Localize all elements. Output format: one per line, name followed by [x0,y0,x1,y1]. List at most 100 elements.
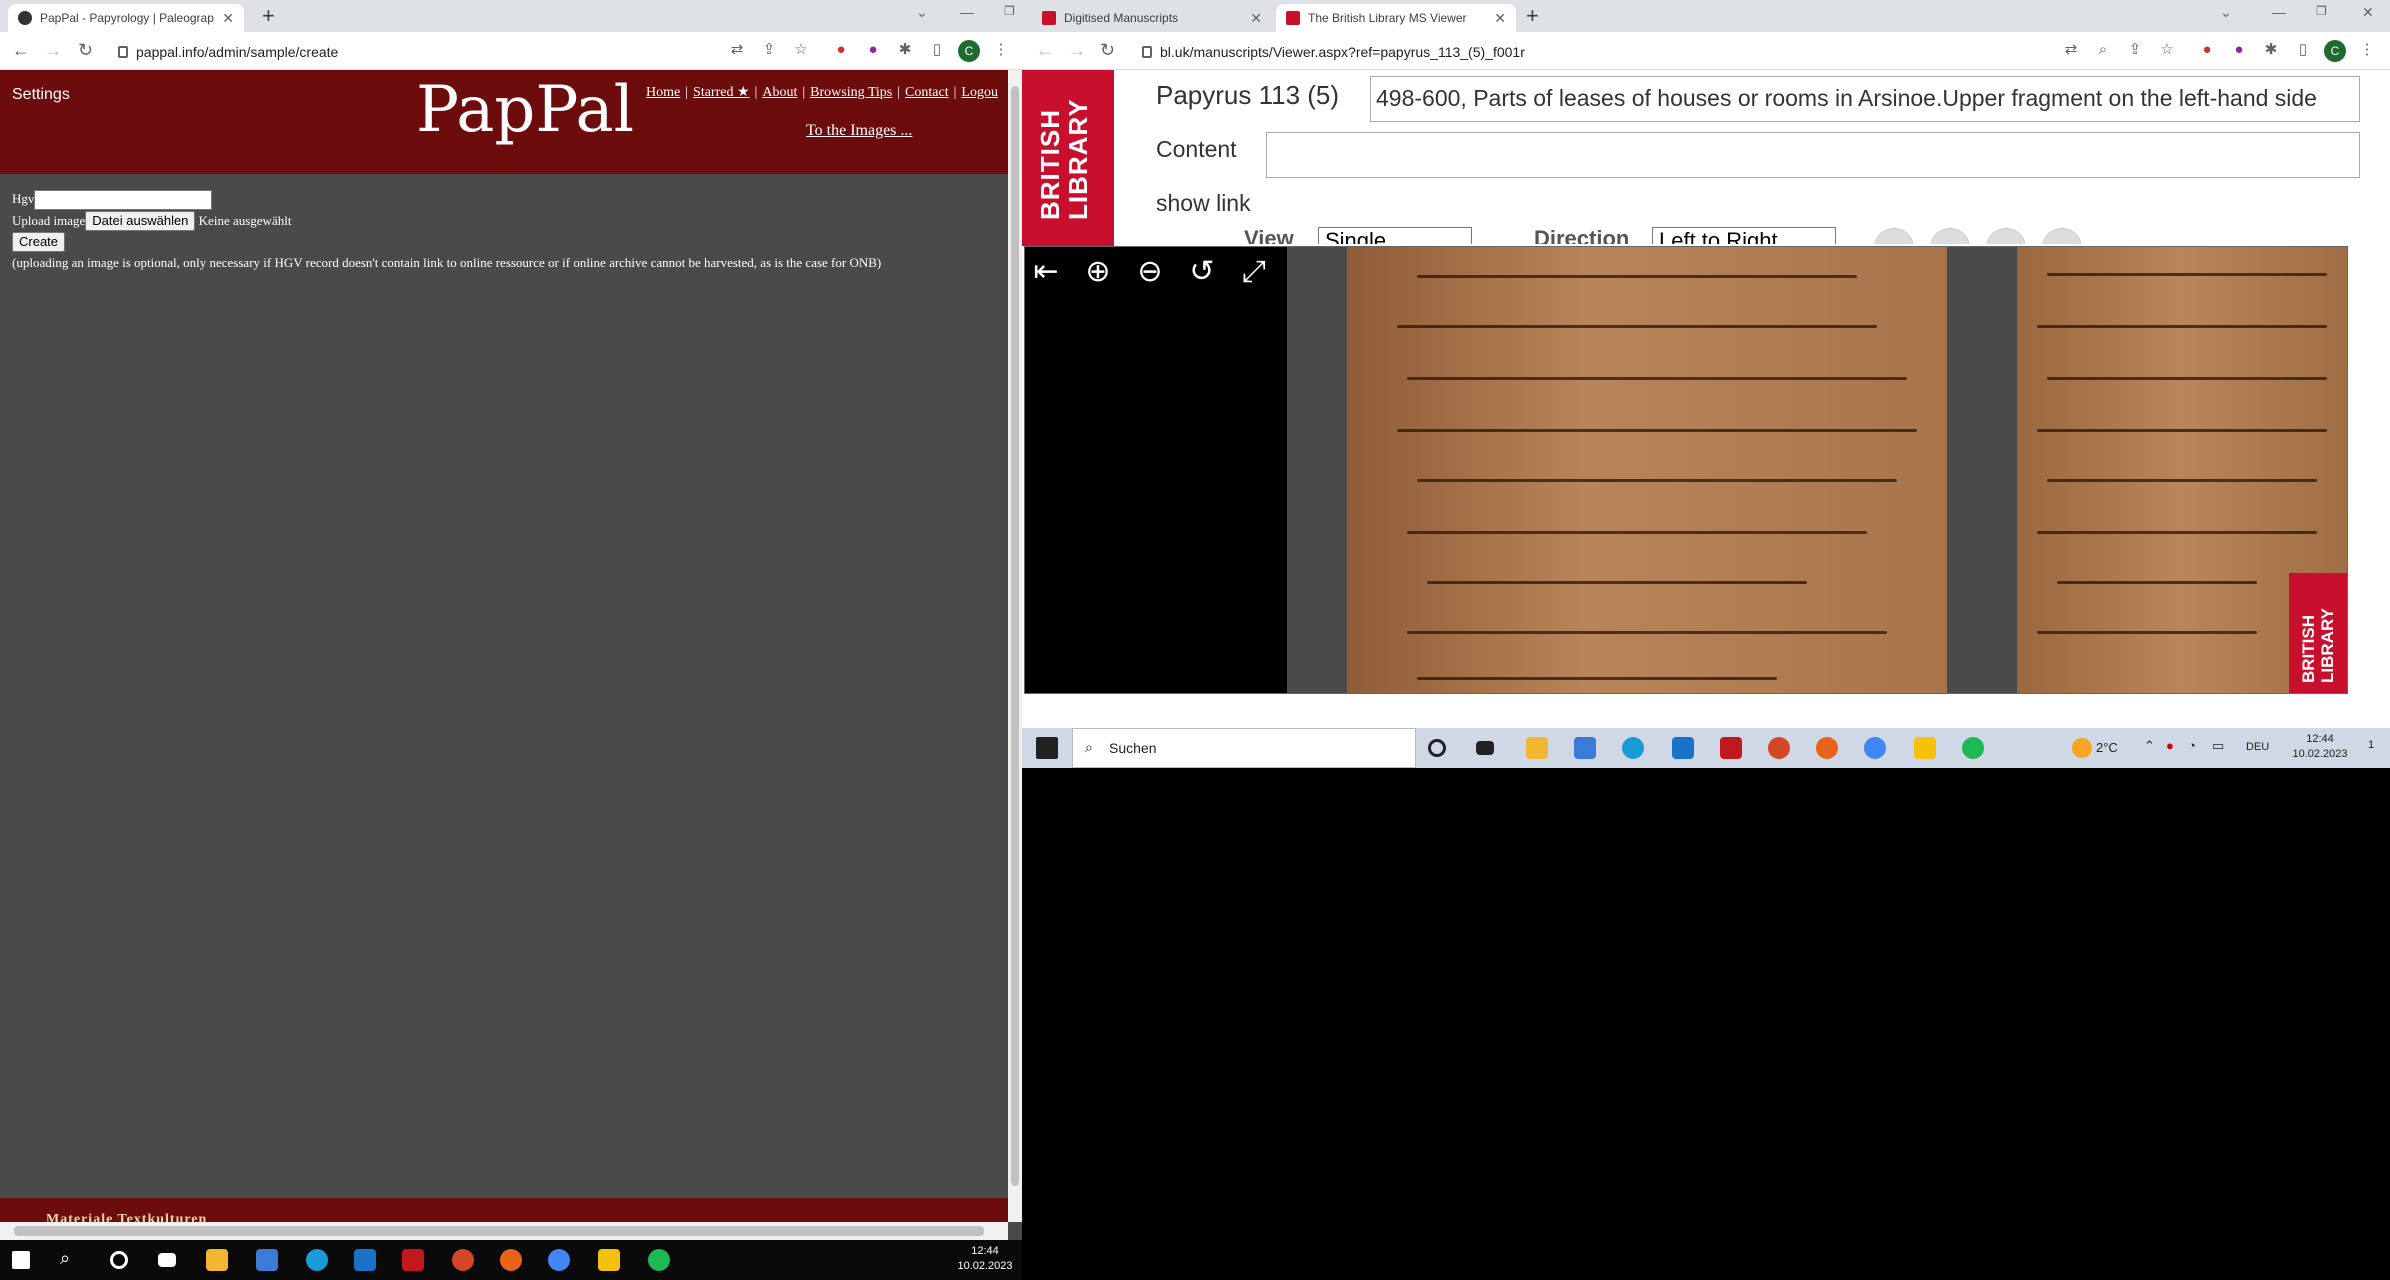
share-icon[interactable]: ⇪ [2126,41,2144,59]
notification-icon[interactable]: 1 [2368,739,2374,751]
view-select[interactable]: Single [1318,227,1472,244]
nav-about[interactable]: About [762,85,797,100]
firefox-icon[interactable] [1816,737,1838,759]
chevron-down-icon[interactable]: ⌄ [2220,4,2232,21]
next-page-icon[interactable] [1986,228,2026,244]
acrobat-icon[interactable] [1720,737,1742,759]
zoom-out-icon[interactable]: ⊖ [1131,253,1169,291]
edge-icon[interactable] [1622,737,1644,759]
scrollbar-thumb[interactable] [1011,86,1019,1186]
british-library-logo[interactable]: BRITISH LIBRARY [1022,70,1114,246]
extension-icon[interactable]: ● [2198,41,2216,59]
search-icon[interactable]: ⌕ [60,1248,70,1269]
network-icon[interactable]: ◔ [2188,738,2196,753]
profile-avatar[interactable]: C [958,40,980,62]
spotify-icon[interactable] [1962,737,1984,759]
bookmark-star-icon[interactable]: ☆ [792,41,810,59]
show-link[interactable]: show link [1156,190,1251,217]
tab-digitised-manuscripts[interactable]: Digitised Manuscripts ✕ [1032,4,1272,32]
powerpoint-icon[interactable] [1768,737,1790,759]
extension-icon[interactable]: ● [2230,41,2248,59]
pappal-logo[interactable]: PapPal [416,70,634,150]
firefox-icon[interactable] [500,1249,522,1271]
back-icon[interactable]: ← [12,40,30,60]
forward-icon[interactable]: → [1068,40,1086,60]
mail-icon[interactable] [1672,737,1694,759]
cortana-icon[interactable] [1428,739,1446,757]
exit-icon[interactable]: ⇤ [1027,253,1065,291]
close-tab-icon[interactable]: ✕ [1494,10,1506,27]
direction-select[interactable]: Left to Right [1652,227,1836,244]
weather-temp[interactable]: 2°C [2096,740,2118,755]
notes-app-icon[interactable] [598,1249,620,1271]
zoom-icon[interactable]: ⌕ [2094,41,2112,59]
taskbar-clock[interactable]: 12:44 10.02.2023 [2280,732,2360,762]
bookmark-star-icon[interactable]: ☆ [2158,41,2176,59]
acrobat-icon[interactable] [402,1249,424,1271]
spotify-icon[interactable] [648,1249,670,1271]
puzzle-icon[interactable]: ✱ [896,41,914,59]
extension-icon[interactable]: ● [832,41,850,59]
file-explorer-icon[interactable] [1526,737,1548,759]
task-view-icon[interactable] [158,1253,176,1267]
nav-home[interactable]: Home [646,85,680,100]
last-page-icon[interactable] [2042,228,2082,244]
content-field[interactable] [1266,132,2360,178]
first-page-icon[interactable] [1874,228,1914,244]
cortana-icon[interactable] [110,1251,128,1269]
task-view-icon[interactable] [1476,741,1494,755]
settings-link[interactable]: Settings [12,86,70,104]
reload-icon[interactable]: ↻ [1100,40,1115,60]
nav-contact[interactable]: Contact [905,85,949,100]
choose-file-button[interactable]: Datei auswählen [85,211,196,232]
extension-icon[interactable]: ● [864,41,882,59]
windows-start-icon[interactable] [12,1251,30,1269]
to-images-link[interactable]: To the Images ... [806,122,912,140]
image-viewer[interactable]: ⇤ ⊕ ⊖ ↺ ⤢ BRITISH LIBRARY [1024,246,2348,694]
powerpoint-icon[interactable] [452,1249,474,1271]
tray-app-icon[interactable]: ● [2166,738,2174,753]
description-field[interactable]: 498-600, Parts of leases of houses or ro… [1370,76,2360,122]
sidepanel-icon[interactable]: ▯ [928,41,946,59]
menu-icon[interactable]: ⋮ [992,41,1010,59]
file-explorer-icon[interactable] [206,1249,228,1271]
zoom-in-icon[interactable]: ⊕ [1079,253,1117,291]
minimize-icon[interactable]: — [960,4,974,20]
nav-browsing-tips[interactable]: Browsing Tips [810,85,892,100]
chevron-down-icon[interactable]: ⌄ [916,4,928,21]
weather-icon[interactable] [2072,738,2092,758]
close-tab-icon[interactable]: ✕ [222,10,234,27]
puzzle-icon[interactable]: ✱ [2262,41,2280,59]
new-tab-icon[interactable]: + [1526,5,1539,27]
reload-icon[interactable]: ↻ [78,40,93,60]
fullscreen-icon[interactable]: ⤢ [1235,253,1273,291]
back-icon[interactable]: ← [1036,40,1054,60]
scrollbar-thumb[interactable] [14,1226,984,1236]
vertical-scrollbar[interactable] [1008,70,1022,1222]
share-icon[interactable]: ⇪ [760,41,778,59]
sidepanel-icon[interactable]: ▯ [2294,41,2312,59]
address-bar[interactable]: pappal.info/admin/sample/create [118,39,338,65]
store-icon[interactable] [256,1249,278,1271]
translate-icon[interactable]: ⇄ [2062,41,2080,59]
store-icon[interactable] [1574,737,1596,759]
taskbar-clock[interactable]: 12:44 10.02.2023 [950,1244,1020,1274]
profile-avatar[interactable]: C [2324,40,2346,62]
close-tab-icon[interactable]: ✕ [1250,10,1262,27]
chrome-icon[interactable] [1864,737,1886,759]
hgv-input[interactable] [34,190,213,211]
horizontal-scrollbar[interactable] [0,1222,1008,1240]
rotate-icon[interactable]: ↺ [1183,253,1221,291]
nav-starred[interactable]: Starred ★ [693,85,749,100]
menu-icon[interactable]: ⋮ [2358,41,2376,59]
notes-app-icon[interactable] [1914,737,1936,759]
windows-start-icon[interactable] [1036,737,1058,759]
minimize-icon[interactable]: — [2272,4,2286,20]
restore-icon[interactable]: ❐ [2316,4,2327,18]
forward-icon[interactable]: → [44,40,62,60]
new-tab-icon[interactable]: + [262,5,275,27]
translate-icon[interactable]: ⇄ [728,41,746,59]
nav-logout[interactable]: Logou [961,85,998,100]
volume-icon[interactable]: ▭ [2212,738,2224,754]
tab-bl-viewer[interactable]: The British Library MS Viewer ✕ [1276,4,1516,32]
